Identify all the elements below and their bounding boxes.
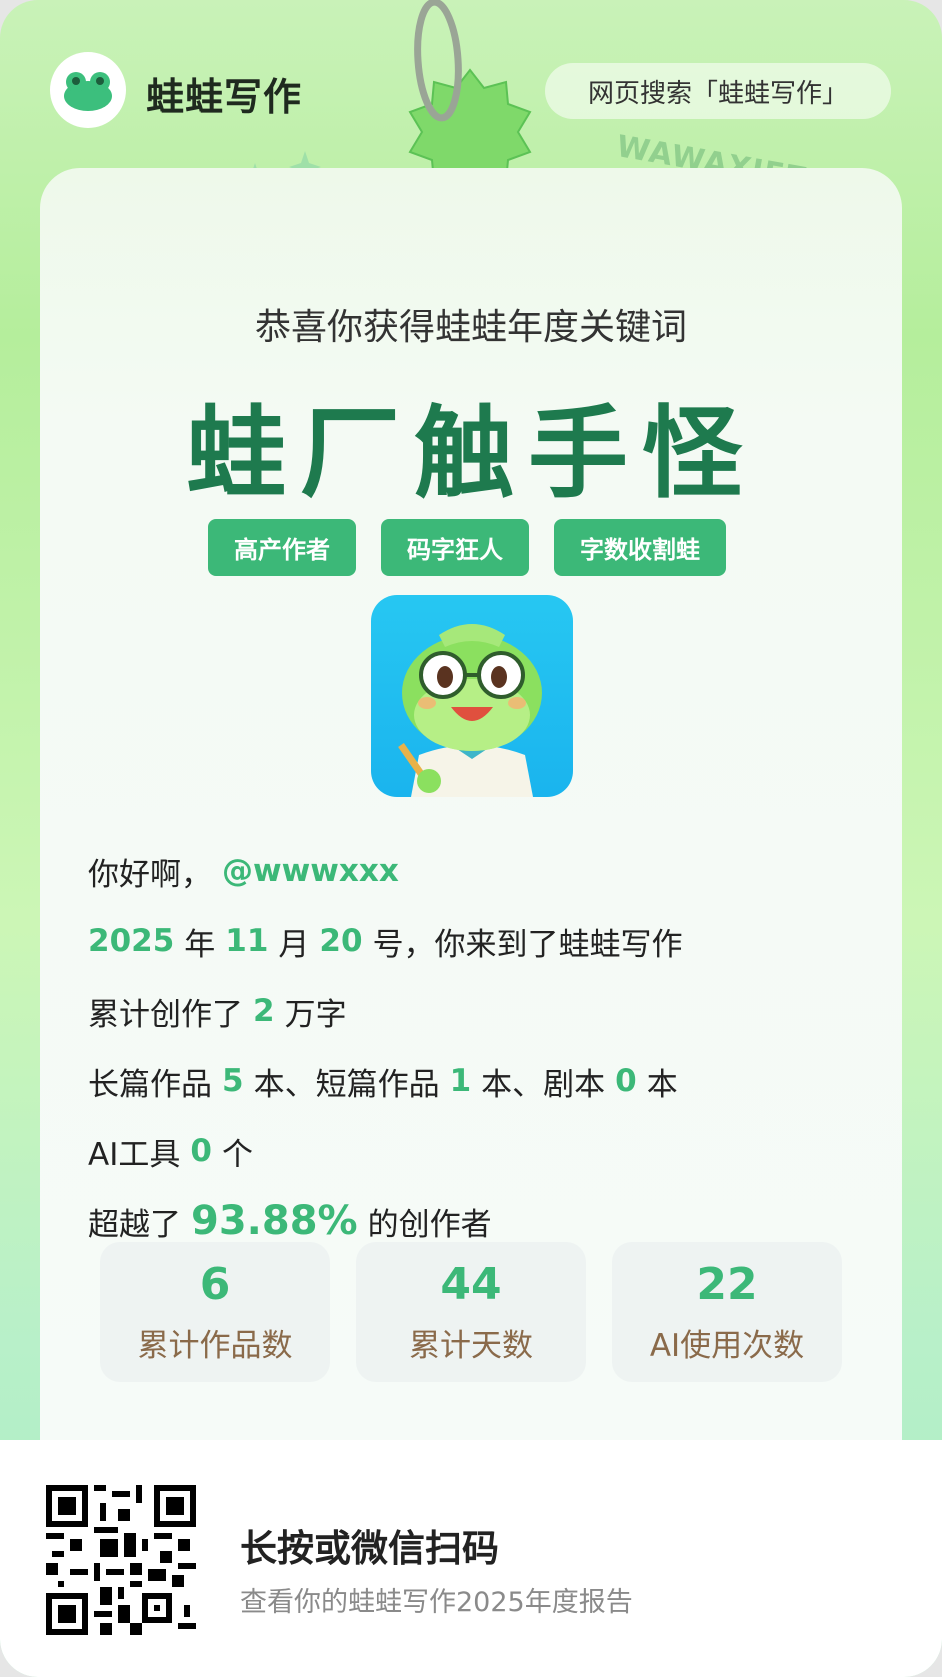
- stats-row: 6 累计作品数 44 累计天数 22 AI使用次数: [100, 1242, 842, 1382]
- long-works-label: 长篇作品: [88, 1066, 212, 1103]
- join-month: 11: [225, 923, 269, 959]
- annual-keyword: 蛙厂触手怪: [186, 395, 756, 512]
- stat-label: 累计作品数: [137, 1327, 293, 1364]
- ai-tools-line: AI工具 0 个: [88, 1116, 683, 1186]
- ai-tools-prefix: AI工具: [88, 1136, 181, 1173]
- surpass-prefix: 超越了: [88, 1206, 181, 1243]
- tag-badge: 码字狂人: [381, 519, 529, 576]
- join-year: 2025: [88, 923, 175, 959]
- stat-value: 22: [696, 1259, 758, 1311]
- qr-code[interactable]: [46, 1485, 196, 1635]
- script-label: 剧本: [543, 1066, 606, 1103]
- surpass-value: 93.88%: [191, 1198, 358, 1244]
- stat-card: 6 累计作品数: [100, 1242, 330, 1382]
- short-works-value: 1: [449, 1063, 472, 1099]
- footer-title: 长按或微信扫码: [240, 1527, 499, 1570]
- long-works-unit: 本、: [253, 1066, 316, 1103]
- frog-icon: [64, 72, 112, 111]
- tag-list: 高产作者 码字狂人 字数收割蛙: [208, 519, 726, 576]
- report-card: WAWAXIEZUO 蛙蛙写作 网页搜索「蛙蛙写作」 恭喜你获得蛙蛙年度关键词 …: [0, 0, 942, 1677]
- stat-label: 累计天数: [409, 1327, 533, 1364]
- words-suffix: 万字: [284, 996, 347, 1033]
- script-value: 0: [615, 1063, 637, 1099]
- word-count-line: 累计创作了 2 万字: [88, 976, 683, 1046]
- short-works-label: 短篇作品: [315, 1066, 440, 1103]
- ai-tools-value: 0: [190, 1133, 212, 1169]
- app-logo: [50, 52, 126, 128]
- long-works-value: 5: [222, 1063, 244, 1099]
- tag-badge: 高产作者: [208, 519, 356, 576]
- script-unit: 本: [646, 1066, 678, 1103]
- frog-mascot-avatar: [371, 595, 573, 797]
- stat-card: 44 累计天数: [356, 1242, 586, 1382]
- join-day: 20: [319, 923, 363, 959]
- ai-tools-suffix: 个: [221, 1136, 253, 1173]
- app-name: 蛙蛙写作: [146, 75, 303, 119]
- words-value: 2: [253, 993, 275, 1029]
- stat-card: 22 AI使用次数: [612, 1242, 842, 1382]
- join-suffix: 号，你来到了蛙蛙写作: [372, 926, 683, 963]
- month-unit: 月: [278, 926, 310, 963]
- year-unit: 年: [184, 926, 216, 963]
- search-hint: 网页搜索「蛙蛙写作」: [545, 63, 891, 119]
- stat-label: AI使用次数: [649, 1327, 805, 1364]
- summary-lines: 你好啊， @wwwxxx 2025 年 11 月 20 号，你来到了蛙蛙写作 累计创作了 2 万…: [88, 836, 683, 1256]
- greeting-prefix: 你好啊，: [88, 856, 212, 893]
- congrats-text: 恭喜你获得蛙蛙年度关键词: [254, 307, 687, 348]
- surpass-suffix: 的创作者: [367, 1206, 492, 1243]
- footer: 长按或微信扫码 查看你的蛙蛙写作2025年度报告: [0, 1440, 942, 1677]
- greeting-line: 你好啊， @wwwxxx: [88, 836, 683, 906]
- stat-value: 44: [440, 1259, 502, 1311]
- short-works-unit: 本、: [481, 1066, 544, 1103]
- words-prefix: 累计创作了: [88, 996, 243, 1033]
- frog-mascot-icon: [398, 624, 542, 797]
- join-date-line: 2025 年 11 月 20 号，你来到了蛙蛙写作: [88, 906, 683, 976]
- works-line: 长篇作品 5 本、 短篇作品 1 本、 剧本 0 本: [88, 1046, 683, 1116]
- stat-value: 6: [199, 1259, 231, 1311]
- user-handle: @wwwxxx: [222, 853, 399, 889]
- tag-badge: 字数收割蛙: [554, 519, 726, 576]
- footer-subtitle: 查看你的蛙蛙写作2025年度报告: [240, 1587, 633, 1618]
